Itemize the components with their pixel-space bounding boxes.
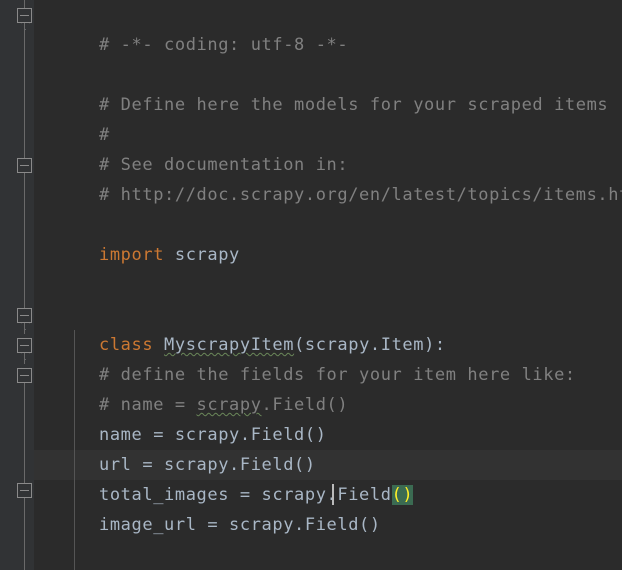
code-line-14[interactable]: name = scrapy.Field() (34, 390, 622, 445)
fold-spine-segment (24, 172, 25, 312)
fold-spine-segment (24, 498, 25, 570)
fold-spine-segment (24, 22, 25, 158)
editor-gutter[interactable] (0, 0, 34, 570)
code-line-6[interactable]: # http://doc.scrapy.org/en/latest/topics… (34, 150, 622, 205)
code-line-8[interactable]: import scrapy (34, 210, 622, 265)
text-caret (332, 484, 334, 505)
code-line-5[interactable]: # See documentation in: (34, 120, 622, 175)
code-line-4[interactable]: # (34, 90, 622, 145)
code-line-1[interactable]: # -*- coding: utf-8 -*- (34, 0, 622, 55)
fold-marker-line-6[interactable] (17, 158, 32, 173)
code-line-17[interactable]: image_url = scrapy.Field() (34, 480, 622, 535)
fold-marker-line-12[interactable] (17, 338, 32, 353)
fold-marker-line-1[interactable] (17, 8, 32, 23)
code-editor[interactable]: # -*- coding: utf-8 -*- # Define here th… (0, 0, 622, 570)
code-text-area[interactable]: # -*- coding: utf-8 -*- # Define here th… (34, 0, 622, 570)
comment-docs-url: # http://doc.scrapy.org/en/latest/topics… (99, 185, 622, 205)
field-image-url: image_url = scrapy.Field() (99, 515, 381, 535)
code-line-13[interactable]: # name = scrapy.Field() (34, 360, 622, 415)
keyword-import: import (99, 245, 165, 265)
code-line-12[interactable]: # define the fields for your item here l… (34, 330, 622, 385)
code-line-16[interactable]: total_images = scrapy.Field() (34, 450, 622, 505)
code-line-15[interactable]: url = scrapy.Field() (34, 420, 622, 475)
comment-coding: # -*- coding: utf-8 -*- (99, 35, 349, 55)
module-scrapy: scrapy (174, 245, 240, 265)
fold-marker-line-11[interactable] (17, 308, 32, 323)
code-line-11[interactable]: class MyscrapyItem(scrapy.Item): (34, 300, 622, 355)
fold-marker-line-17[interactable] (17, 483, 32, 498)
fold-marker-line-13[interactable] (17, 368, 32, 383)
code-line-3[interactable]: # Define here the models for your scrape… (34, 60, 622, 115)
fold-spine-segment (24, 380, 25, 490)
